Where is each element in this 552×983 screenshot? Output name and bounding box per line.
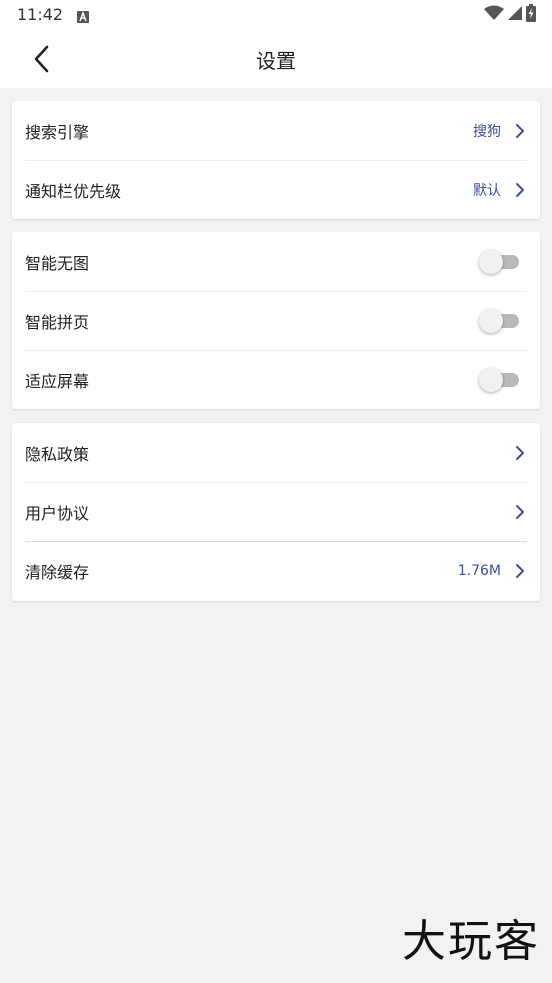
setting-clear-cache[interactable]: 清除缓存 1.76M xyxy=(12,541,540,601)
notification-a-icon xyxy=(77,8,89,23)
chevron-right-icon xyxy=(513,123,527,139)
wifi-icon xyxy=(484,5,504,25)
setting-label: 清除缓存 xyxy=(25,563,90,582)
setting-search-engine[interactable]: 搜索引擎 搜狗 xyxy=(12,101,540,160)
setting-smart-page-merge: 智能拼页 xyxy=(12,291,540,350)
setting-value: 默认 xyxy=(473,182,501,199)
setting-privacy-policy[interactable]: 隐私政策 xyxy=(12,423,540,482)
status-time: 11:42 xyxy=(17,5,64,24)
setting-smart-no-image: 智能无图 xyxy=(12,232,540,291)
setting-fit-screen: 适应屏幕 xyxy=(12,350,540,409)
status-bar: 11:42 xyxy=(0,0,552,30)
setting-label: 通知栏优先级 xyxy=(25,181,122,201)
watermark-logo: 大玩客 xyxy=(402,916,540,967)
smart-page-merge-toggle[interactable] xyxy=(479,308,521,333)
settings-group-general: 搜索引擎 搜狗 通知栏优先级 默认 xyxy=(12,101,540,219)
chevron-right-icon xyxy=(513,504,527,520)
setting-label: 智能拼页 xyxy=(25,312,90,332)
toggle-thumb xyxy=(479,308,503,333)
smart-no-image-toggle[interactable] xyxy=(479,249,521,274)
setting-label: 搜索引擎 xyxy=(25,122,90,142)
chevron-right-icon xyxy=(513,445,527,461)
toggle-thumb xyxy=(479,367,503,392)
signal-icon xyxy=(508,5,522,25)
setting-label: 用户协议 xyxy=(25,503,90,523)
battery-charging-icon xyxy=(526,4,536,26)
page-title: 设置 xyxy=(256,49,296,73)
chevron-right-icon xyxy=(513,182,527,198)
fit-screen-toggle[interactable] xyxy=(479,367,521,392)
setting-label: 适应屏幕 xyxy=(25,371,90,391)
toggle-thumb xyxy=(479,249,503,274)
setting-user-agreement[interactable]: 用户协议 xyxy=(12,482,540,541)
cache-size-value: 1.76M xyxy=(457,563,501,579)
setting-label: 智能无图 xyxy=(25,253,90,273)
app-header: 设置 xyxy=(0,30,552,88)
settings-group-about: 隐私政策 用户协议 清除缓存 1.76M xyxy=(12,423,540,601)
setting-value: 搜狗 xyxy=(473,123,501,140)
setting-notification-priority[interactable]: 通知栏优先级 默认 xyxy=(12,160,540,219)
chevron-right-icon xyxy=(513,563,527,579)
settings-group-display: 智能无图 智能拼页 适应屏幕 xyxy=(12,232,540,409)
status-icons xyxy=(484,4,536,26)
setting-label: 隐私政策 xyxy=(25,444,90,464)
